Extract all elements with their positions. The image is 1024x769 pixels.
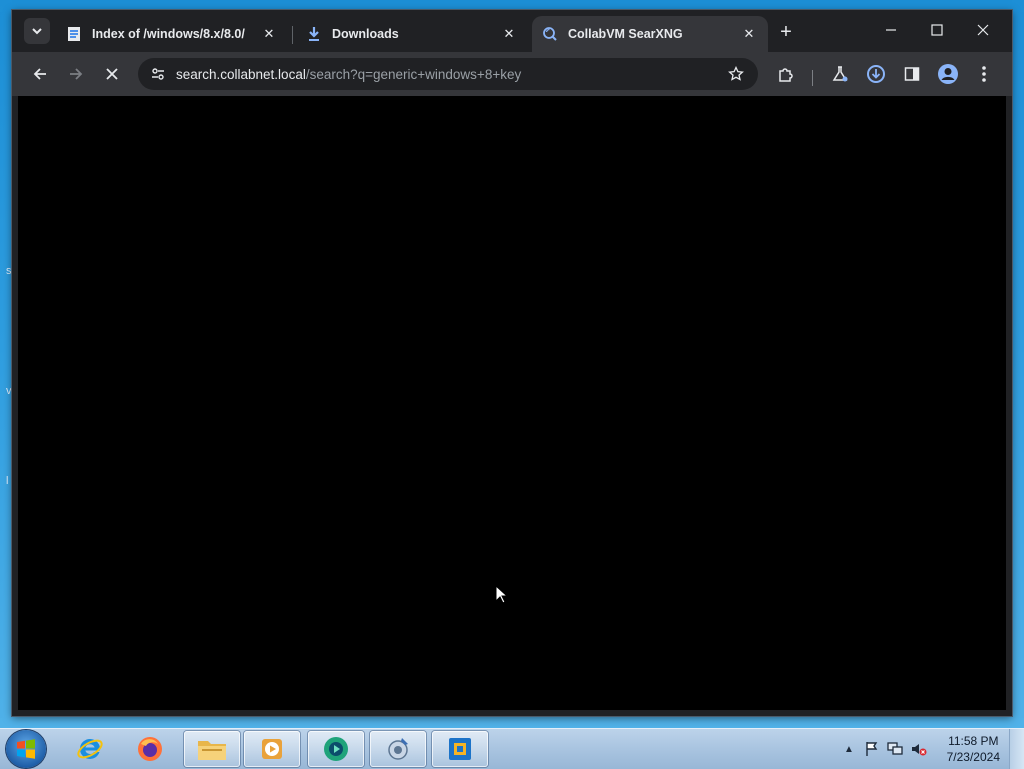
- url-text: search.collabnet.local/search?q=generic+…: [176, 67, 521, 82]
- vm-icon: [449, 738, 471, 760]
- new-tab-button[interactable]: +: [774, 20, 798, 44]
- browser-icon: [324, 737, 348, 761]
- file-explorer-icon: [198, 741, 226, 760]
- system-tray: ▲: [844, 729, 928, 769]
- arrow-right-icon: [70, 68, 83, 80]
- side-panel-icon: [904, 67, 920, 81]
- arrow-left-icon: [33, 68, 46, 80]
- profile-button[interactable]: [934, 60, 962, 88]
- clock-time: 11:58 PM: [948, 734, 999, 748]
- stop-loading-button[interactable]: [98, 60, 126, 88]
- tab-strip: Index of /windows/8.x/8.0/ ✕ Downloads ✕…: [12, 10, 1012, 52]
- media-player-icon: [262, 739, 282, 759]
- taskbar-app-firefox[interactable]: [122, 731, 178, 767]
- browser-window: Index of /windows/8.x/8.0/ ✕ Downloads ✕…: [12, 10, 1012, 716]
- minimize-button[interactable]: [869, 16, 913, 44]
- taskbar-app-internet-explorer[interactable]: [62, 731, 118, 767]
- page-content[interactable]: [18, 96, 1006, 710]
- close-icon[interactable]: ✕: [500, 25, 518, 43]
- desktop-icon-fragment: v: [6, 385, 12, 397]
- desktop-icon-fragment: l: [6, 475, 9, 487]
- volume-muted-icon[interactable]: [910, 741, 928, 757]
- downloads-button[interactable]: [862, 60, 890, 88]
- firefox-icon: [138, 737, 162, 761]
- tab-collabvm-searxng[interactable]: CollabVM SearXNG ✕: [532, 16, 768, 52]
- close-icon[interactable]: ✕: [260, 25, 278, 43]
- maximize-icon: [931, 24, 943, 36]
- address-bar[interactable]: search.collabnet.local/search?q=generic+…: [138, 58, 758, 90]
- download-progress-icon: [867, 65, 885, 83]
- close-window-button[interactable]: [961, 16, 1005, 44]
- minimize-icon: [886, 29, 896, 31]
- show-hidden-icons-icon[interactable]: ▲: [844, 744, 858, 755]
- back-button[interactable]: [26, 60, 54, 88]
- taskbar-app-vm[interactable]: [432, 731, 488, 767]
- mouse-cursor-icon: [495, 585, 509, 604]
- avatar-icon: [938, 64, 958, 84]
- tab-separator: [292, 26, 293, 44]
- forward-button[interactable]: [62, 60, 90, 88]
- taskbar: ▲ 11:58 PM 7/23/2024: [0, 728, 1024, 769]
- flask-icon: [832, 66, 848, 82]
- show-desktop-button[interactable]: [1009, 729, 1024, 769]
- menu-button[interactable]: [970, 60, 998, 88]
- searxng-icon: [542, 26, 558, 42]
- chevron-down-icon: [32, 28, 42, 35]
- site-settings-icon[interactable]: [146, 62, 170, 86]
- maximize-button[interactable]: [915, 16, 959, 44]
- toolbar-divider: [812, 70, 813, 86]
- start-button[interactable]: [6, 730, 46, 768]
- close-icon: [106, 68, 118, 80]
- tab-title: CollabVM SearXNG: [568, 27, 683, 41]
- kebab-menu-icon: [982, 66, 986, 82]
- tab-title: Index of /windows/8.x/8.0/: [92, 27, 245, 41]
- bookmark-star-icon[interactable]: [724, 62, 748, 86]
- extensions-button[interactable]: [772, 60, 800, 88]
- tab-search-button[interactable]: [24, 18, 50, 44]
- side-panel-button[interactable]: [898, 60, 926, 88]
- tab-title: Downloads: [332, 27, 399, 41]
- url-host: search.collabnet.local: [176, 66, 306, 82]
- clock-date: 7/23/2024: [946, 750, 1000, 764]
- tool-icon: [388, 738, 408, 760]
- download-icon: [306, 26, 322, 42]
- close-icon: [977, 24, 989, 36]
- url-path: /search?q=generic+windows+8+key: [305, 66, 522, 82]
- action-center-flag-icon[interactable]: [864, 741, 880, 757]
- taskbar-app-tool[interactable]: [370, 731, 426, 767]
- browser-toolbar: search.collabnet.local/search?q=generic+…: [12, 52, 1012, 96]
- windows-logo-icon: [17, 739, 35, 759]
- taskbar-app-media-player[interactable]: [244, 731, 300, 767]
- labs-button[interactable]: [826, 60, 854, 88]
- taskbar-clock[interactable]: 11:58 PM 7/23/2024: [947, 733, 1000, 765]
- internet-explorer-icon: [77, 738, 103, 759]
- document-icon: [66, 26, 82, 42]
- tab-index-of[interactable]: Index of /windows/8.x/8.0/ ✕: [56, 16, 288, 52]
- close-icon[interactable]: ✕: [740, 25, 758, 43]
- tab-downloads[interactable]: Downloads ✕: [296, 16, 528, 52]
- taskbar-app-file-explorer[interactable]: [184, 731, 240, 767]
- taskbar-app-browser[interactable]: [308, 731, 364, 767]
- network-icon[interactable]: [886, 741, 904, 757]
- desktop-icon-fragment: s: [6, 265, 12, 277]
- puzzle-icon: [779, 68, 793, 82]
